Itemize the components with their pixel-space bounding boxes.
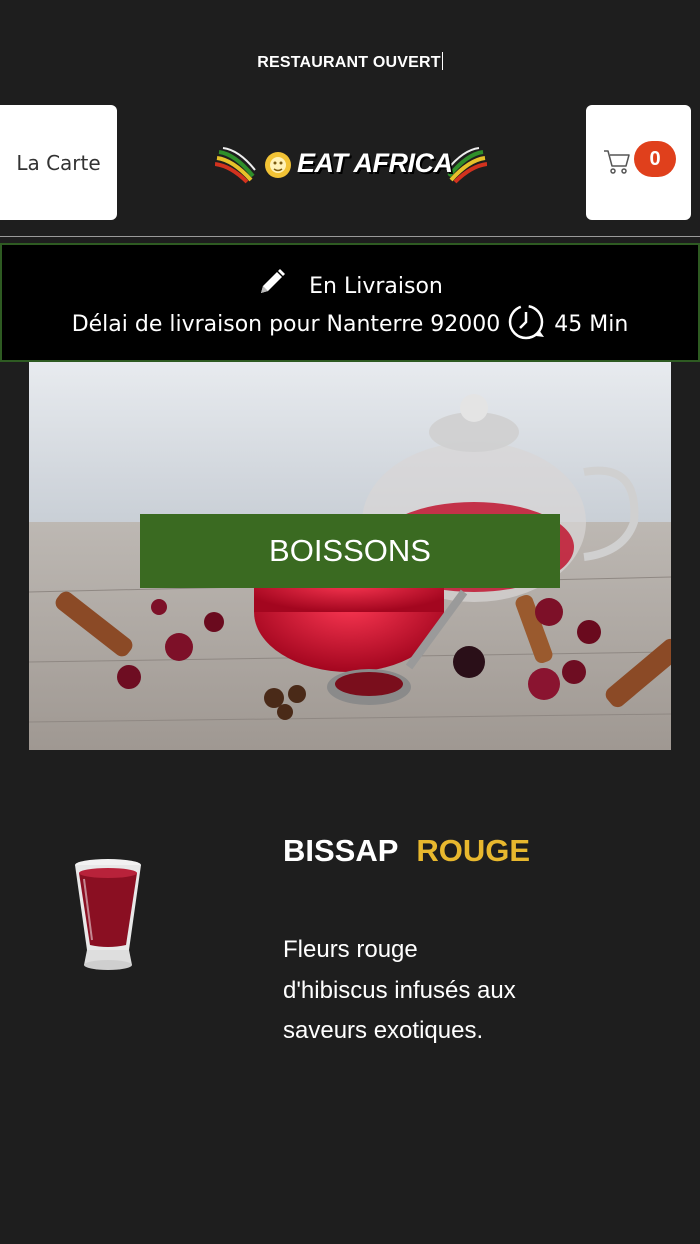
delivery-mode-row[interactable]: En Livraison	[2, 267, 698, 299]
product-name-primary: BISSAP	[283, 833, 399, 868]
cart-button[interactable]: 0	[586, 105, 691, 220]
restaurant-status: RESTAURANT OUVERT	[0, 52, 700, 72]
delivery-delay-text: Délai de livraison pour Nanterre 92000	[71, 312, 501, 337]
product-description: Fleurs rouge d'hibiscus infusés aux save…	[283, 936, 516, 1044]
category-banner[interactable]: BOISSONS	[29, 362, 671, 750]
product-image[interactable]	[70, 855, 146, 975]
cart-count: 0	[649, 147, 661, 170]
category-button[interactable]: BOISSONS	[140, 514, 560, 588]
product-name-accent: ROUGE	[416, 833, 531, 868]
clock-icon	[509, 304, 545, 340]
product-name[interactable]: BISSAP ROUGE	[283, 833, 530, 869]
left-stripes-icon	[214, 147, 256, 184]
delivery-delay-row: Délai de livraison pour Nanterre 92000 4…	[2, 303, 698, 341]
delivery-mode: En Livraison	[309, 274, 443, 299]
brand-logo[interactable]: EAT AFRICA	[214, 140, 488, 186]
brand-name: EAT AFRICA	[297, 148, 453, 178]
restaurant-status-text: RESTAURANT OUVERT	[257, 54, 441, 71]
menu-button-label: La Carte	[16, 150, 101, 175]
cart-count-badge: 0	[634, 141, 676, 177]
category-label: BOISSONS	[269, 533, 431, 568]
header-divider	[0, 236, 700, 237]
right-stripes-icon	[446, 147, 488, 184]
shopping-cart-icon	[604, 150, 630, 174]
menu-button[interactable]: La Carte	[0, 105, 117, 220]
text-caret	[441, 52, 443, 70]
delivery-duration: 45 Min	[554, 312, 629, 337]
bissap-glass-icon	[75, 859, 141, 970]
delivery-panel[interactable]: En Livraison Délai de livraison pour Nan…	[0, 243, 700, 362]
lion-logo-icon	[265, 152, 291, 178]
pencil-icon[interactable]	[257, 267, 287, 297]
